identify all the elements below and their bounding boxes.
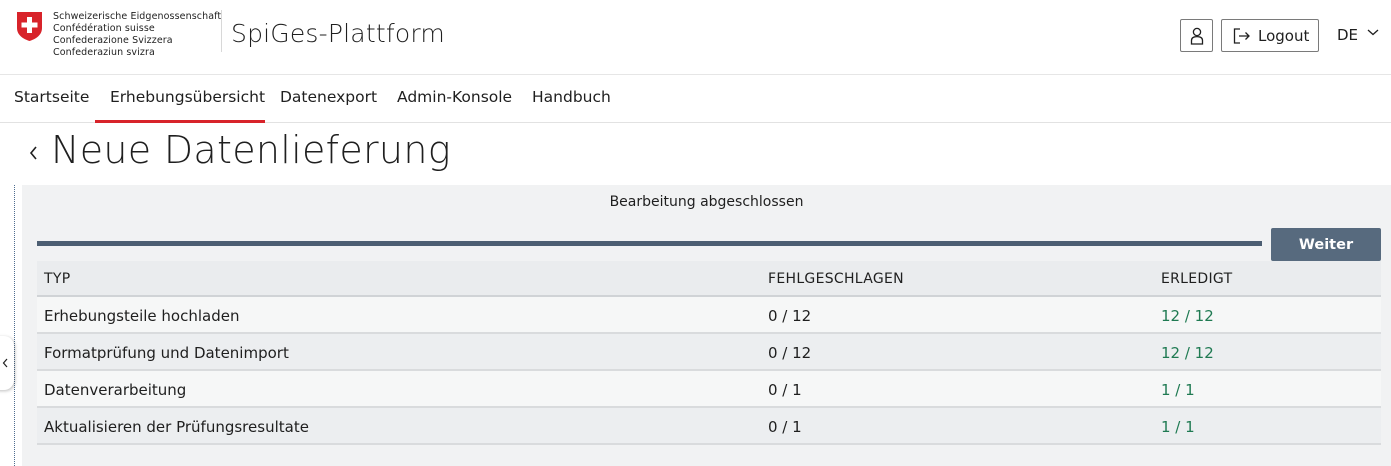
nav-item-erhebungsuebersicht[interactable]: Erhebungsübersicht [110,88,265,106]
cell-typ: Erhebungsteile hochladen [44,307,240,325]
header: Schweizerische Eidgenossenschaft Confédé… [0,0,1391,75]
language-selector[interactable]: DE [1337,26,1358,44]
app-title[interactable]: SpiGes-Plattform [231,19,445,48]
column-header-fehlgeschlagen: FEHLGESCHLAGEN [768,271,904,287]
chevron-left-icon[interactable] [26,141,40,165]
cell-fehlgeschlagen: 0 / 1 [768,418,802,436]
confederation-line-rm: Confederaziun svizra [53,47,155,58]
nav-item-admin-konsole[interactable]: Admin-Konsole [397,88,512,106]
cell-typ: Aktualisieren der Prüfungsresultate [44,418,309,436]
table-row: Aktualisieren der Prüfungsresultate 0 / … [37,408,1381,445]
column-header-typ: TYP [44,271,71,287]
sidebar-toggle-button[interactable] [0,336,14,390]
status-table: TYP FEHLGESCHLAGEN ERLEDIGT Erhebungstei… [37,261,1381,445]
page-title: Neue Datenlieferung [51,128,451,172]
column-header-erledigt: ERLEDIGT [1161,271,1233,287]
logout-button[interactable]: Logout [1221,19,1319,52]
logout-icon [1233,27,1250,44]
confederation-line-de: Schweizerische Eidgenossenschaft [53,11,222,22]
confederation-line-fr: Confédération suisse [53,23,155,34]
nav-item-datenexport[interactable]: Datenexport [280,88,377,106]
confederation-line-it: Confederazione Svizzera [53,35,173,46]
status-text: Bearbeitung abgeschlossen [609,194,804,210]
confederation-names: Schweizerische Eidgenossenschaft Confédé… [53,11,221,59]
cell-fehlgeschlagen: 0 / 12 [768,344,812,362]
active-nav-indicator [95,120,265,123]
table-row: Datenverarbeitung 0 / 1 1 / 1 [37,371,1381,408]
cell-erledigt: 12 / 12 [1161,344,1214,362]
user-profile-button[interactable] [1180,19,1213,52]
table-row: Formatprüfung und Datenimport 0 / 12 12 … [37,334,1381,371]
cell-typ: Datenverarbeitung [44,381,187,399]
swiss-flag-icon [17,12,42,41]
cell-erledigt: 1 / 1 [1161,381,1195,399]
main-navigation: Startseite Erhebungsübersicht Datenexpor… [0,75,1391,123]
chevron-left-icon [2,358,8,368]
cell-fehlgeschlagen: 0 / 1 [768,381,802,399]
weiter-button[interactable]: Weiter [1271,228,1381,261]
table-row: Erhebungsteile hochladen 0 / 12 12 / 12 [37,297,1381,334]
table-header: TYP FEHLGESCHLAGEN ERLEDIGT [37,261,1381,297]
logout-label: Logout [1258,26,1310,45]
user-icon [1190,27,1203,45]
cell-erledigt: 12 / 12 [1161,307,1214,325]
nav-item-handbuch[interactable]: Handbuch [532,88,611,106]
progress-bar [37,241,1262,246]
cell-typ: Formatprüfung und Datenimport [44,344,289,362]
cell-fehlgeschlagen: 0 / 12 [768,307,812,325]
sidebar-edge [14,185,15,466]
header-divider [221,10,222,52]
nav-item-startseite[interactable]: Startseite [14,88,89,106]
cell-erledigt: 1 / 1 [1161,418,1195,436]
upload-status-panel: Bearbeitung abgeschlossen Weiter TYP FEH… [22,185,1391,466]
chevron-down-icon[interactable] [1366,27,1380,37]
